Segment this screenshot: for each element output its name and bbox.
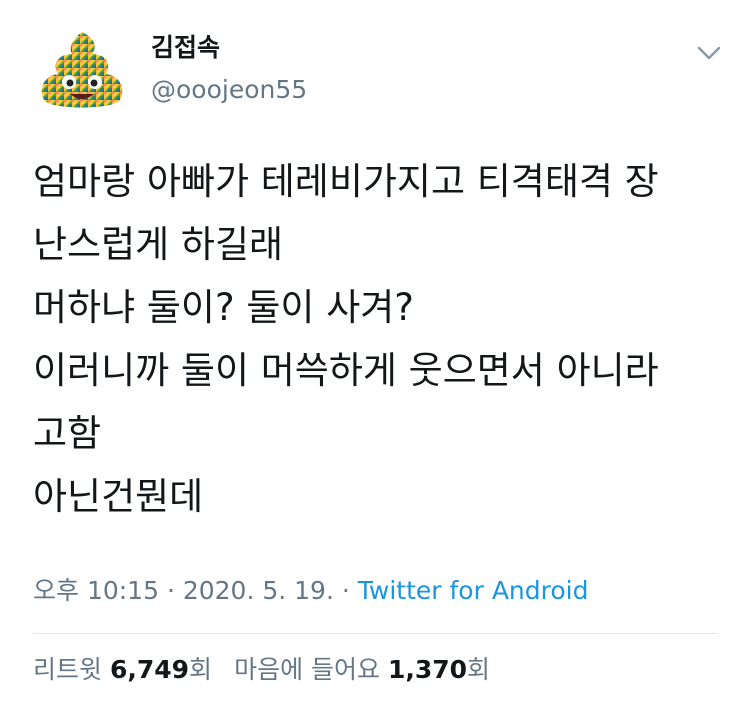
retweets-label: 리트윗 [33,655,103,684]
likes-stat[interactable]: 마음에 들어요 1,370회 [234,655,490,684]
retweets-count: 6,749 [109,655,190,684]
tweet-stats: 리트윗 6,749회 마음에 들어요 1,370회 [33,650,490,690]
chevron-down-icon [697,46,721,60]
tweet-text-line: 아닌건뭔데 [33,475,204,518]
likes-count: 1,370 [387,655,468,684]
tweet-text-line: 머하냐 둘이? 둘이 사겨? [33,286,414,329]
retweets-unit: 회 [189,655,213,684]
tweet-text-line: 고함 [33,412,102,455]
author-handle[interactable]: @ooojeon55 [151,74,307,106]
tweet-text-line: 이러니까 둘이 머쓱하게 웃으면서 아니라 [33,349,659,392]
rainbow-poop-emoji-avatar-icon [32,20,132,120]
avatar[interactable] [32,20,132,120]
tweet-source-link[interactable]: Twitter for Android [358,576,589,605]
tweet-text-line: 난스럽게 하길래 [33,223,284,266]
likes-unit: 회 [467,655,491,684]
author-display-name[interactable]: 김접속 [151,32,220,64]
tweet-text: 엄마랑 아빠가 테레비가지고 티격태격 장 난스럽게 하길래 머하냐 둘이? 둘… [33,150,733,528]
tweet-meta: 오후 10:15 · 2020. 5. 19. · Twitter for An… [33,573,588,609]
tweet-menu-button[interactable] [694,38,724,68]
tweet-text-line: 엄마랑 아빠가 테레비가지고 티격태격 장 [33,160,659,203]
likes-label: 마음에 들어요 [234,655,381,684]
tweet-card: 김접속 @ooojeon55 엄마랑 아빠가 테레비가지고 티격태격 장 난스럽… [0,0,750,708]
tweet-timestamp[interactable]: 오후 10:15 · 2020. 5. 19. · [33,576,350,605]
retweets-stat[interactable]: 리트윗 6,749회 [33,655,212,684]
divider [33,633,718,634]
